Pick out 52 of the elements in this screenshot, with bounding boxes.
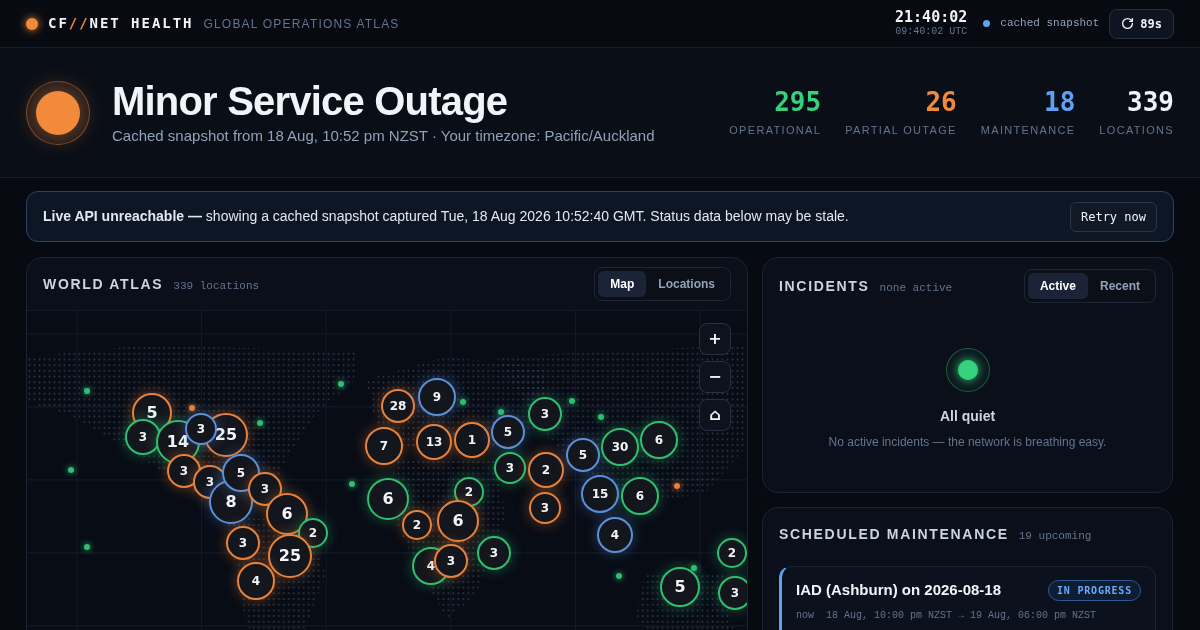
stat-value: 18 — [1044, 86, 1076, 119]
panel-title: WORLD ATLAS — [43, 274, 164, 294]
panel-note: 19 upcoming — [1018, 529, 1092, 544]
refresh-button[interactable]: 89s — [1109, 8, 1174, 39]
banner-message: Live API unreachable — showing a cached snapshot captured Tue, 18 Aug 2026 10:52:40 GMT. Status data below may be stale. — [43, 207, 849, 226]
location-cluster[interactable]: 15 — [581, 475, 619, 513]
all-clear-icon — [945, 348, 990, 392]
maintenance-when: now — [796, 608, 814, 623]
clock-time: 21:40:02 — [895, 10, 968, 25]
location-cluster[interactable]: 7 — [365, 427, 403, 465]
location-cluster[interactable]: 6 — [367, 478, 409, 520]
retry-button[interactable]: Retry now — [1069, 201, 1157, 232]
tab[interactable]: Locations — [646, 271, 727, 297]
status-badge: IN PROGRESS — [1047, 579, 1141, 601]
tab[interactable]: Map — [598, 271, 647, 297]
refresh-icon — [1121, 17, 1135, 30]
status-orb-icon — [26, 80, 90, 145]
stat-value: 26 — [925, 86, 957, 119]
status-title: Minor Service Outage — [112, 78, 509, 126]
map-control-button[interactable]: − — [699, 361, 731, 393]
empty-text: No active incidents — the network is breathing easy. — [828, 434, 1107, 451]
tab[interactable]: Recent — [1088, 273, 1152, 299]
location-cluster[interactable]: 4 — [597, 517, 633, 553]
panel-note: 339 locations — [173, 278, 260, 294]
stat-value: 295 — [774, 86, 822, 119]
location-cluster[interactable]: 2 — [717, 538, 747, 568]
panel-title: SCHEDULED MAINTENANCE — [779, 525, 1009, 544]
location-cluster[interactable]: 3 — [494, 452, 526, 484]
location-cluster[interactable]: 3 — [529, 492, 561, 524]
maintenance-title: IAD (Ashburn) on 2026-08-18 — [796, 580, 1002, 600]
stat-label: PARTIAL OUTAGE — [845, 123, 957, 139]
location-cluster[interactable]: 6 — [621, 477, 659, 515]
location-cluster[interactable]: 1 — [454, 422, 490, 458]
mode-label: cached snapshot — [1000, 16, 1100, 32]
clock-utc: 09:40:02 UTC — [895, 27, 968, 37]
stat-label: LOCATIONS — [1099, 123, 1174, 139]
location-cluster[interactable]: 3 — [477, 536, 511, 570]
map-control-button[interactable]: + — [699, 323, 731, 355]
tab[interactable]: Active — [1027, 273, 1088, 299]
maintenance-range: 18 Aug, 10:00 pm NZST → 19 Aug, 06:00 pm NZST — [826, 608, 1097, 623]
map-control-button[interactable]: ⌂ — [699, 399, 731, 431]
panel-note: none active — [879, 280, 953, 296]
location-cluster[interactable]: 2 — [528, 452, 564, 488]
status-subtitle: Cached snapshot from 18 Aug, 10:52 pm NZST · Your timezone: Pacific/Auckland — [112, 126, 655, 147]
brand-name: CF//NET HEALTH — [48, 14, 194, 33]
panel-title: INCIDENTS — [779, 276, 870, 296]
brand-subtitle: GLOBAL OPERATIONS ATLAS — [203, 15, 400, 33]
stat-value: 339 — [1127, 86, 1174, 119]
empty-title: All quiet — [939, 407, 996, 426]
stat-label: MAINTENANCE — [980, 123, 1076, 139]
maintenance-card[interactable]: IAD (Ashburn) on 2026-08-18 IN PROGRESS now 18 Aug, 10:00 pm NZST → 19 Aug, 06:00 pm NZST — [779, 566, 1156, 630]
stat-label: OPERATIONAL — [729, 123, 822, 139]
